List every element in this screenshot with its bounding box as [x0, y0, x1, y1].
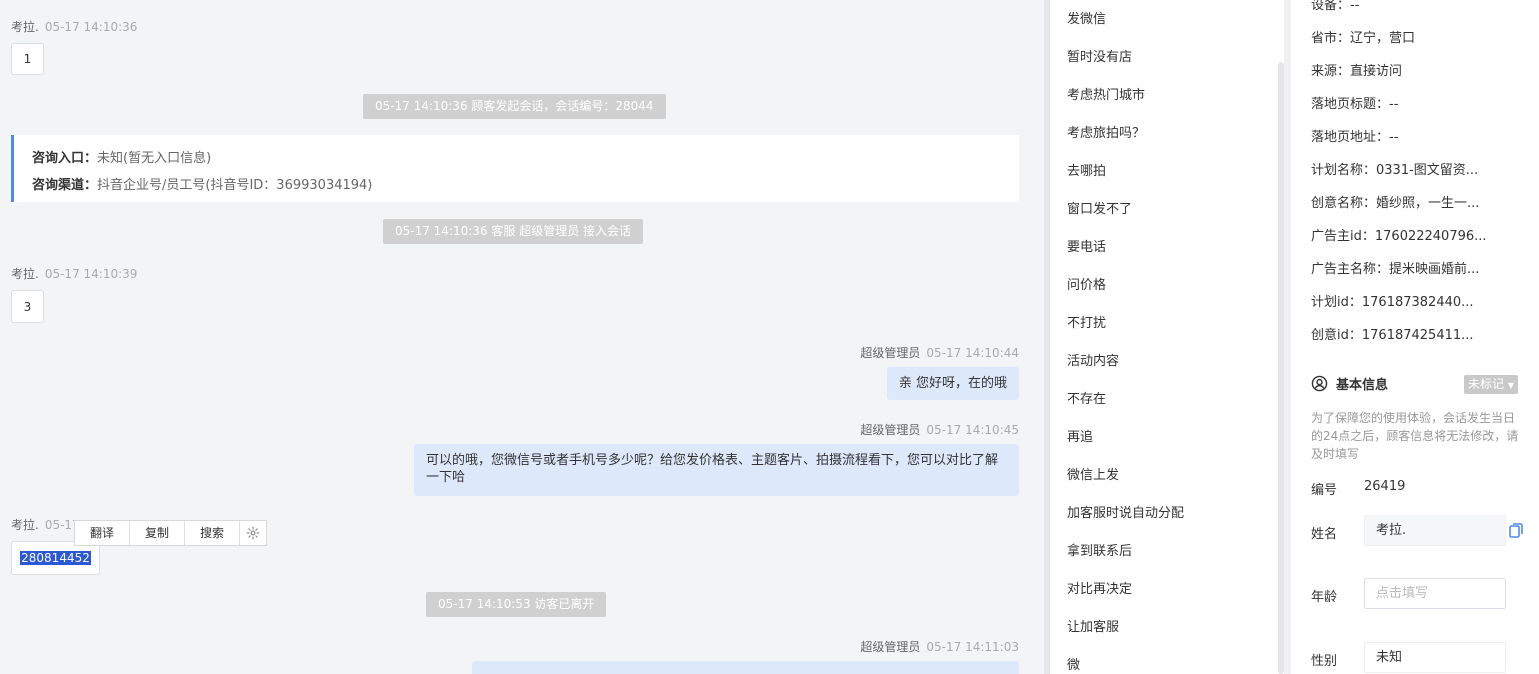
entry-value: 未知(暂无入口信息) — [97, 151, 212, 166]
search-button[interactable]: 搜索 — [185, 521, 241, 545]
info-row-landing-title: 落地页标题：-- — [1311, 97, 1399, 112]
entry-label: 咨询入口： — [32, 151, 98, 166]
agent-message-bubble[interactable]: 可以的哦，您微信号或者手机号多少呢？给您发价格表、主题客片、拍摄流程看下，您可以… — [414, 444, 1019, 496]
system-message: 05-17 14:10:36 顾客发起会话，会话编号：28044 — [363, 94, 666, 119]
quick-reply-list: 发微信 暂时没有店 考虑热门城市 考虑旅拍吗？ 去哪拍 窗口发不了 要电话 问价… — [1050, 0, 1284, 674]
info-row-plan-id: 计划id：176187382440... — [1311, 295, 1474, 310]
channel-value: 抖音企业号/员工号(抖音号ID：36993034194) — [97, 178, 373, 193]
customer-message-bubble[interactable]: 3 — [11, 290, 44, 323]
info-row-source: 来源：直接访问 — [1311, 64, 1403, 79]
sender-name: 超级管理员 — [860, 423, 921, 437]
info-row-province: 省市：辽宁，营口 — [1311, 31, 1416, 46]
caret-down-icon: ▼ — [1507, 381, 1514, 390]
sender-name: 超级管理员 — [860, 346, 921, 360]
device-row: 设备：-- — [1311, 0, 1360, 13]
info-row-advertiser-id: 广告主id：176022240796... — [1311, 229, 1487, 244]
info-row-creative-name: 创意名称：婚纱照，一生一... — [1311, 196, 1480, 211]
user-circle-icon — [1311, 375, 1328, 392]
basic-info-title: 基本信息 — [1311, 374, 1388, 393]
agent-message-bubble[interactable]: 亲 您好呀，在的哦 — [886, 367, 1019, 400]
gear-icon[interactable] — [240, 521, 266, 545]
id-label: 编号 — [1311, 483, 1338, 498]
message-meta: 超级管理员 05-17 14:10:45 — [860, 421, 1019, 438]
quick-reply-item[interactable]: 活动内容 — [1067, 350, 1119, 369]
sender-name: 考拉. — [11, 20, 39, 34]
info-row-advertiser-name: 广告主名称：提米映画婚前... — [1311, 262, 1480, 277]
name-field[interactable]: 考拉. — [1364, 515, 1506, 546]
quick-reply-item[interactable]: 发微信 — [1067, 8, 1106, 27]
message-meta: 考拉. 05-17 — [11, 516, 80, 533]
quick-reply-item[interactable]: 去哪拍 — [1067, 160, 1106, 179]
name-label: 姓名 — [1311, 527, 1338, 542]
agent-message-bubble-truncated[interactable] — [472, 661, 1019, 674]
info-row-creative-id: 创意id：176187425411... — [1311, 328, 1474, 343]
mark-status-dropdown[interactable]: 未标记 ▼ — [1464, 375, 1518, 394]
message-meta: 超级管理员 05-17 14:10:44 — [860, 344, 1019, 361]
quick-reply-item[interactable]: 微 — [1067, 654, 1080, 673]
column-divider — [1284, 0, 1291, 674]
message-meta: 考拉. 05-17 14:10:36 — [11, 18, 137, 35]
age-label: 年龄 — [1311, 590, 1338, 605]
id-value: 26419 — [1364, 479, 1406, 494]
copy-icon[interactable] — [1509, 523, 1523, 542]
quick-reply-item[interactable]: 再追 — [1067, 426, 1093, 445]
sender-name: 考拉. — [11, 518, 39, 532]
system-message: 05-17 14:10:36 客服 超级管理员 接入会话 — [383, 219, 644, 244]
quick-reply-item[interactable]: 不存在 — [1067, 388, 1106, 407]
quick-reply-item[interactable]: 窗口发不了 — [1067, 198, 1132, 217]
translate-button[interactable]: 翻译 — [75, 521, 131, 545]
quick-reply-item[interactable]: 暂时没有店 — [1067, 46, 1132, 65]
quick-reply-item[interactable]: 不打扰 — [1067, 312, 1106, 331]
message-time: 05-17 14:10:44 — [926, 346, 1019, 360]
quick-reply-item[interactable]: 微信上发 — [1067, 464, 1119, 483]
text-context-menu: 翻译 复制 搜索 — [74, 520, 268, 546]
quick-reply-item[interactable]: 加客服时说自动分配 — [1067, 502, 1184, 521]
message-time: 05-17 14:10:36 — [44, 20, 138, 34]
info-row-plan-name: 计划名称：0331-图文留资... — [1311, 163, 1479, 178]
quick-reply-item[interactable]: 考虑旅拍吗？ — [1067, 122, 1145, 141]
message-time: 05-17 14:10:45 — [926, 423, 1019, 437]
chat-panel: 考拉. 05-17 14:10:36 1 05-17 14:10:36 顾客发起会… — [0, 0, 1044, 674]
gender-label: 性别 — [1311, 654, 1338, 669]
message-meta: 考拉. 05-17 14:10:39 — [11, 265, 137, 282]
copy-button[interactable]: 复制 — [130, 521, 186, 545]
age-input[interactable]: 点击填写 — [1364, 578, 1506, 609]
quick-reply-item[interactable]: 考虑热门城市 — [1067, 84, 1145, 103]
message-time: 05-17 14:11:03 — [926, 640, 1019, 654]
gender-field[interactable]: 未知 — [1364, 642, 1506, 673]
selected-text[interactable]: 280814452 — [20, 551, 91, 565]
customer-info-panel: 设备：-- 省市：辽宁，营口 来源：直接访问 落地页标题：-- 落地页地址：--… — [1291, 0, 1539, 674]
quick-reply-item[interactable]: 问价格 — [1067, 274, 1106, 293]
quick-reply-item[interactable]: 对比再决定 — [1067, 578, 1132, 597]
customer-message-bubble[interactable]: 280814452 — [11, 541, 100, 575]
channel-label: 咨询渠道： — [32, 178, 98, 193]
system-message: 05-17 14:10:53 访客已离开 — [426, 592, 607, 617]
sender-name: 考拉. — [11, 267, 39, 281]
sender-name: 超级管理员 — [860, 640, 921, 654]
message-time: 05-17 14:10:39 — [44, 267, 138, 281]
consult-entry-card: 咨询入口：未知(暂无入口信息) 咨询渠道：抖音企业号/员工号(抖音号ID：369… — [11, 135, 1019, 202]
quick-reply-item[interactable]: 要电话 — [1067, 236, 1106, 255]
quick-reply-item[interactable]: 拿到联系后 — [1067, 540, 1132, 559]
customer-message-bubble[interactable]: 1 — [11, 43, 44, 75]
info-row-landing-url: 落地页地址：-- — [1311, 130, 1399, 145]
message-meta: 超级管理员 05-17 14:11:03 — [860, 638, 1019, 655]
edit-notice: 为了保障您的使用体验，会话发生当日的24点之后，顾客信息将无法修改，请及时填写 — [1311, 411, 1519, 461]
quick-reply-item[interactable]: 让加客服 — [1067, 616, 1119, 635]
